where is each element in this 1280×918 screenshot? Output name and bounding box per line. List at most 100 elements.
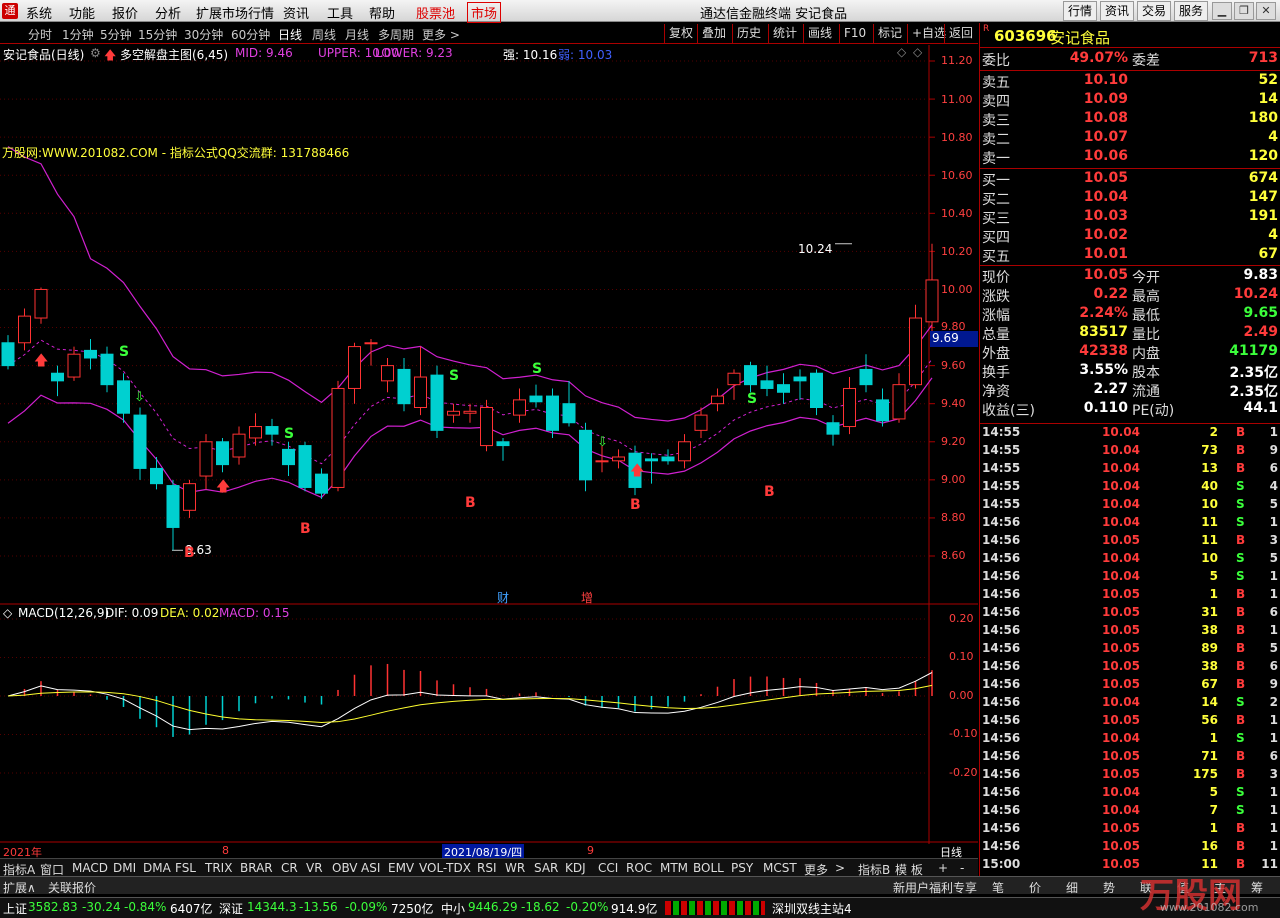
candle-body[interactable] [100,353,114,386]
period-tab-30min[interactable]: 30分钟 [184,26,223,43]
candle-body[interactable] [843,387,856,428]
indicator-tab-16[interactable]: SAR [534,861,558,875]
candle-body[interactable] [529,395,543,403]
event-issue-marker[interactable]: 增 [581,589,593,606]
period-tab-multi[interactable]: 多周期 [378,26,414,43]
candle-body[interactable] [925,279,939,323]
top-info-button[interactable]: 资讯 [1100,1,1135,21]
related-quote-button[interactable]: 关联报价 [48,879,96,896]
candle-body[interactable] [282,448,295,466]
candle-body[interactable] [1,342,15,367]
candle-body[interactable] [678,441,691,462]
menu-market[interactable]: 市场 [467,2,502,23]
candle-body[interactable] [810,372,823,409]
menu-function[interactable]: 功能 [69,3,95,22]
candle-body[interactable] [117,380,130,414]
settings-icon[interactable]: ⚙ [90,46,101,60]
candle-body[interactable] [645,458,658,462]
server-name[interactable]: 深圳双线主站4 [772,900,852,917]
candle-body[interactable] [480,407,493,447]
candle-body[interactable] [744,365,757,386]
menu-ext-market[interactable]: 扩展市场行情 [196,3,274,22]
candle-body[interactable] [150,467,163,485]
candle-body[interactable] [166,485,180,528]
top-service-button[interactable]: 服务 [1174,1,1209,21]
menu-analysis[interactable]: 分析 [155,3,181,22]
bids-price[interactable]: 10.04 [1040,189,1128,205]
index-sz-name[interactable]: 深证 [219,900,243,917]
bids-price[interactable]: 10.02 [1040,227,1128,243]
candle-body[interactable] [133,414,147,469]
index-sh-name[interactable]: 上证 [3,900,27,917]
index-zx-name[interactable]: 中小 [441,900,465,917]
indicator-tab-17[interactable]: KDJ [565,861,586,875]
menu-info[interactable]: 资讯 [283,3,309,22]
indicator-name[interactable]: 多空解盘主图(6,45) [120,46,228,63]
candle-body[interactable] [892,384,906,420]
indicator-tab-20[interactable]: MTM [660,861,688,875]
candle-body[interactable] [381,365,394,382]
candle-body[interactable] [513,399,526,416]
quote-tab-1[interactable]: 价 [1029,879,1041,896]
candle-body[interactable] [18,315,31,344]
menu-system[interactable]: 系统 [26,3,52,22]
candle-body[interactable] [414,376,427,408]
candle-body[interactable] [694,414,708,431]
expand-button[interactable]: 扩展∧ [3,879,36,896]
period-tab-weekly[interactable]: 周线 [312,26,336,43]
candle-body[interactable] [463,410,477,414]
asks-price[interactable]: 10.10 [1040,72,1128,88]
tool-draw[interactable]: 画线 [803,24,836,43]
candle-body[interactable] [397,368,411,405]
indicator-tab-21[interactable]: BOLL [693,861,724,875]
indicator-tab-18[interactable]: CCI [598,861,618,875]
candle-body[interactable] [183,483,196,511]
candle-body[interactable] [661,456,675,462]
candle-body[interactable] [331,387,345,488]
candle-body[interactable] [67,353,81,378]
tool-back[interactable]: 返回 [944,24,977,43]
candle-body[interactable] [595,460,609,463]
indicator-tab-19[interactable]: ROC [626,861,652,875]
quote-tab-2[interactable]: 细 [1066,879,1078,896]
candle-body[interactable] [51,372,64,382]
top-quote-button[interactable]: 行情 [1063,1,1098,21]
kline-chart[interactable] [0,45,978,844]
tool-stats[interactable]: 统计 [768,24,801,43]
close-icon[interactable]: ✕ [1256,2,1276,20]
tool-overlay[interactable]: 叠加 [697,24,730,43]
macd-name[interactable]: MACD(12,26,9) [18,606,109,620]
asks-price[interactable]: 10.08 [1040,110,1128,126]
candle-body[interactable] [265,426,279,435]
event-finance-marker[interactable]: 财 [497,589,509,606]
indicator-tab-3[interactable]: DMI [113,861,136,875]
menu-help[interactable]: 帮助 [369,3,395,22]
indicator-tab-7[interactable]: BRAR [240,861,273,875]
indicator-tab-6[interactable]: TRIX [205,861,232,875]
period-tab-1min[interactable]: 1分钟 [62,26,94,43]
tool-f10[interactable]: F10 [839,24,870,43]
period-tab-more[interactable]: 更多 > [422,26,460,43]
indicator-tab-13[interactable]: VOL-TDX [419,861,471,875]
candle-body[interactable] [249,426,262,439]
indicator-tab-11[interactable]: ASI [361,861,380,875]
tool-fuquan[interactable]: 复权 [664,24,697,43]
tool-mark[interactable]: 标记 [873,24,906,43]
candle-body[interactable] [727,372,741,386]
indicator-tab-15[interactable]: WR [505,861,525,875]
indicator-tab-29[interactable]: - [960,861,964,875]
indicator-tab-2[interactable]: MACD [72,861,108,875]
diamond-icon-2[interactable]: ◇ [913,45,922,59]
candle-body[interactable] [909,317,922,386]
new-user-link[interactable]: 新用户福利专享 [893,879,977,896]
candle-body[interactable] [760,380,774,389]
candle-body[interactable] [562,403,576,424]
tool-history[interactable]: 历史 [732,24,765,43]
diamond-icon[interactable]: ◇ [897,45,906,59]
top-trade-button[interactable]: 交易 [1137,1,1172,21]
indicator-tab-5[interactable]: FSL [175,861,196,875]
menu-tools[interactable]: 工具 [327,3,353,22]
indicator-tab-22[interactable]: PSY [731,861,753,875]
quote-tab-0[interactable]: 笔 [992,879,1004,896]
candle-body[interactable] [612,456,625,462]
